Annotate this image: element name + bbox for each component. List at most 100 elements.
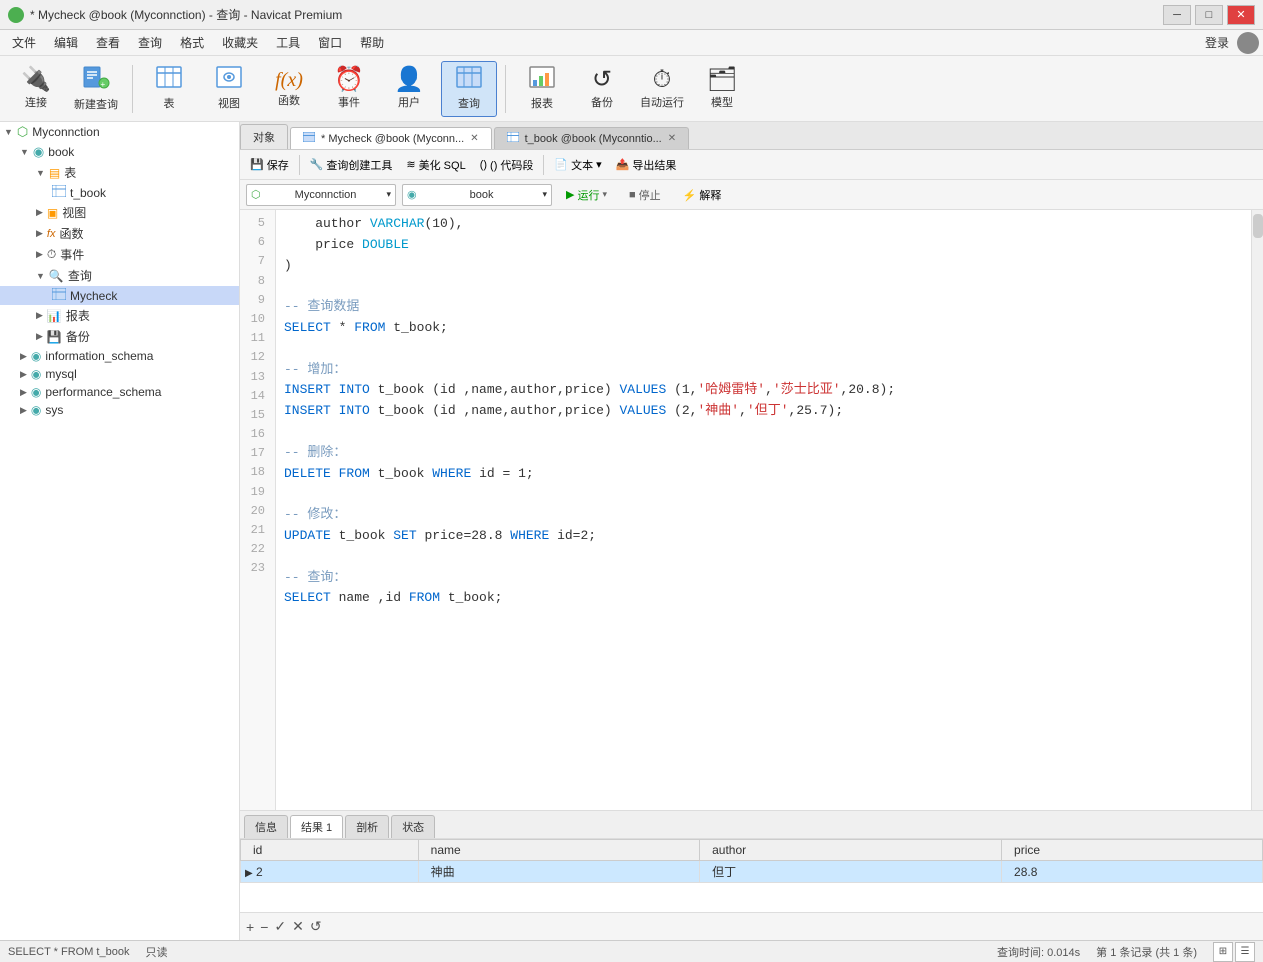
result-panel: 信息 结果 1 剖析 状态 id name (240, 810, 1263, 940)
sidebar-item-perf-schema[interactable]: ▶ ◉ performance_schema (0, 383, 239, 401)
toolbar-view[interactable]: 视图 (201, 61, 257, 117)
sidebar-item-views[interactable]: ▶ ▣ 视图 (0, 202, 239, 223)
tab-objects[interactable]: 对象 (240, 124, 288, 149)
remove-row-button[interactable]: − (260, 919, 268, 935)
sidebar-item-events[interactable]: ▶ ⏱ 事件 (0, 244, 239, 265)
menu-file[interactable]: 文件 (4, 32, 44, 53)
list-view-button[interactable]: ☰ (1235, 942, 1255, 962)
sidebar-label-queries: 查询 (68, 267, 92, 284)
code-line-13: INSERT INTO t_book (id ,name,author,pric… (284, 380, 1255, 401)
cancel-button[interactable]: ✕ (292, 918, 304, 935)
expand-icon: ▶ (36, 310, 43, 321)
vertical-scrollbar[interactable] (1251, 210, 1263, 810)
menu-view[interactable]: 查看 (88, 32, 128, 53)
code-content[interactable]: author VARCHAR(10), price DOUBLE ) -- 查询… (276, 210, 1263, 810)
tab-tbook[interactable]: t_book @book (Myconntio... ✕ (494, 127, 690, 149)
add-row-button[interactable]: + (246, 919, 254, 935)
refresh-button[interactable]: ↺ (310, 918, 322, 935)
sidebar-item-tbook[interactable]: t_book (0, 183, 239, 202)
toolbar-connect[interactable]: 🔌 连接 (8, 61, 64, 117)
sidebar-item-mysql[interactable]: ▶ ◉ mysql (0, 365, 239, 383)
export-button[interactable]: 📤 导出结果 (610, 155, 683, 175)
stop-button[interactable]: ■ 停止 (621, 185, 669, 205)
database-selector[interactable]: ◉ book ▾ (402, 184, 552, 206)
toolbar-new-query[interactable]: + 新建查询 (68, 61, 124, 117)
toolbar-table[interactable]: 表 (141, 61, 197, 117)
login-button[interactable]: 登录 (1205, 34, 1229, 51)
toolbar-backup[interactable]: ↺ 备份 (574, 61, 630, 117)
close-button[interactable]: ✕ (1227, 5, 1255, 25)
text-icon: 📄 (554, 158, 568, 171)
tab-tbook-close[interactable]: ✕ (668, 133, 676, 144)
text-label: 文本 (571, 157, 593, 173)
query-builder-button[interactable]: 🔧 查询创建工具 (304, 155, 399, 175)
sidebar-item-queries-folder[interactable]: ▼ 🔍 查询 (0, 265, 239, 286)
expand-icon: ▶ (36, 207, 43, 218)
toolbar-model[interactable]: 🗂 模型 (694, 61, 750, 117)
result-table: id name author price ▶ 2 神曲 (240, 839, 1263, 883)
menu-edit[interactable]: 编辑 (46, 32, 86, 53)
grid-view-button[interactable]: ⊞ (1213, 942, 1233, 962)
qtoolbar-sep1 (299, 155, 300, 175)
toolbar-query[interactable]: 查询 (441, 61, 497, 117)
beautify-icon: ≋ (406, 158, 415, 171)
table-row[interactable]: ▶ 2 神曲 但丁 28.8 (241, 861, 1263, 883)
sidebar-item-sys[interactable]: ▶ ◉ sys (0, 401, 239, 419)
maximize-button[interactable]: □ (1195, 5, 1223, 25)
menu-favorites[interactable]: 收藏夹 (214, 32, 266, 53)
run-button[interactable]: ▶ 运行 ▾ (558, 185, 615, 205)
code-editor[interactable]: 5 6 7 8 9 10 11 12 13 14 15 16 17 18 19 … (240, 210, 1263, 810)
query-folder-icon: 🔍 (49, 269, 64, 283)
status-bar: SELECT * FROM t_book 只读 查询时间: 0.014s 第 1… (0, 940, 1263, 962)
sidebar-item-information-schema[interactable]: ▶ ◉ information_schema (0, 347, 239, 365)
expand-icon: ▶ (36, 228, 43, 239)
result-tab-info[interactable]: 信息 (244, 815, 288, 838)
result-tab-profile[interactable]: 剖析 (345, 815, 389, 838)
toolbar-connect-label: 连接 (25, 94, 47, 110)
sidebar-item-mycheck[interactable]: Mycheck (0, 286, 239, 305)
sidebar: ▼ ⬡ Myconnction ▼ ◉ book ▼ ▤ 表 t_book ▶ … (0, 122, 240, 940)
table-icon (156, 66, 182, 93)
snippet-button[interactable]: () () 代码段 (474, 155, 540, 175)
confirm-button[interactable]: ✓ (274, 918, 286, 935)
code-line-6: price DOUBLE (284, 235, 1255, 256)
minimize-button[interactable]: ─ (1163, 5, 1191, 25)
beautify-button[interactable]: ≋ 美化 SQL (400, 155, 471, 175)
toolbar-auto-run[interactable]: ⏱ 自动运行 (634, 61, 690, 117)
database-value: book (470, 189, 494, 201)
save-button[interactable]: 💾 保存 (244, 155, 295, 175)
toolbar-view-label: 视图 (218, 95, 240, 111)
sidebar-item-tables-folder[interactable]: ▼ ▤ 表 (0, 162, 239, 183)
tab-mycheck-close[interactable]: ✕ (470, 133, 478, 144)
code-line-16: -- 删除： (284, 443, 1255, 464)
explain-button[interactable]: ⚡ 解释 (675, 185, 730, 205)
sidebar-item-functions[interactable]: ▶ fx 函数 (0, 223, 239, 244)
toolbar-user[interactable]: 👤 用户 (381, 61, 437, 117)
sidebar-label-tbook: t_book (70, 186, 106, 200)
result-bottom-toolbar: + − ✓ ✕ ↺ (240, 912, 1263, 940)
toolbar-report[interactable]: 报表 (514, 61, 570, 117)
text-button[interactable]: 📄 文本 ▾ (548, 155, 607, 175)
sidebar-item-myconnction[interactable]: ▼ ⬡ Myconnction (0, 122, 239, 142)
toolbar-function[interactable]: f(x) 函数 (261, 61, 317, 117)
snippet-label: () 代码段 (490, 157, 533, 173)
cell-name: 神曲 (418, 861, 699, 883)
result-tab-status[interactable]: 状态 (391, 815, 435, 838)
sidebar-item-backups[interactable]: ▶ 💾 备份 (0, 326, 239, 347)
sidebar-item-book[interactable]: ▼ ◉ book (0, 142, 239, 162)
tab-mycheck[interactable]: * Mycheck @book (Myconn... ✕ (290, 127, 492, 149)
result-tab-result1[interactable]: 结果 1 (290, 815, 343, 838)
toolbar-separator-1 (132, 65, 133, 113)
scrollbar-thumb[interactable] (1253, 214, 1263, 238)
run-label: 运行 (577, 187, 599, 203)
sidebar-item-reports[interactable]: ▶ 📊 报表 (0, 305, 239, 326)
menu-query[interactable]: 查询 (130, 32, 170, 53)
menu-format[interactable]: 格式 (172, 32, 212, 53)
menu-window[interactable]: 窗口 (310, 32, 350, 53)
menu-help[interactable]: 帮助 (352, 32, 392, 53)
code-line-15 (284, 422, 1255, 443)
menu-tools[interactable]: 工具 (268, 32, 308, 53)
toolbar-event[interactable]: ⏰ 事件 (321, 61, 377, 117)
connection-selector[interactable]: ⬡ Myconnction ▾ (246, 184, 396, 206)
beautify-label: 美化 SQL (419, 157, 466, 173)
